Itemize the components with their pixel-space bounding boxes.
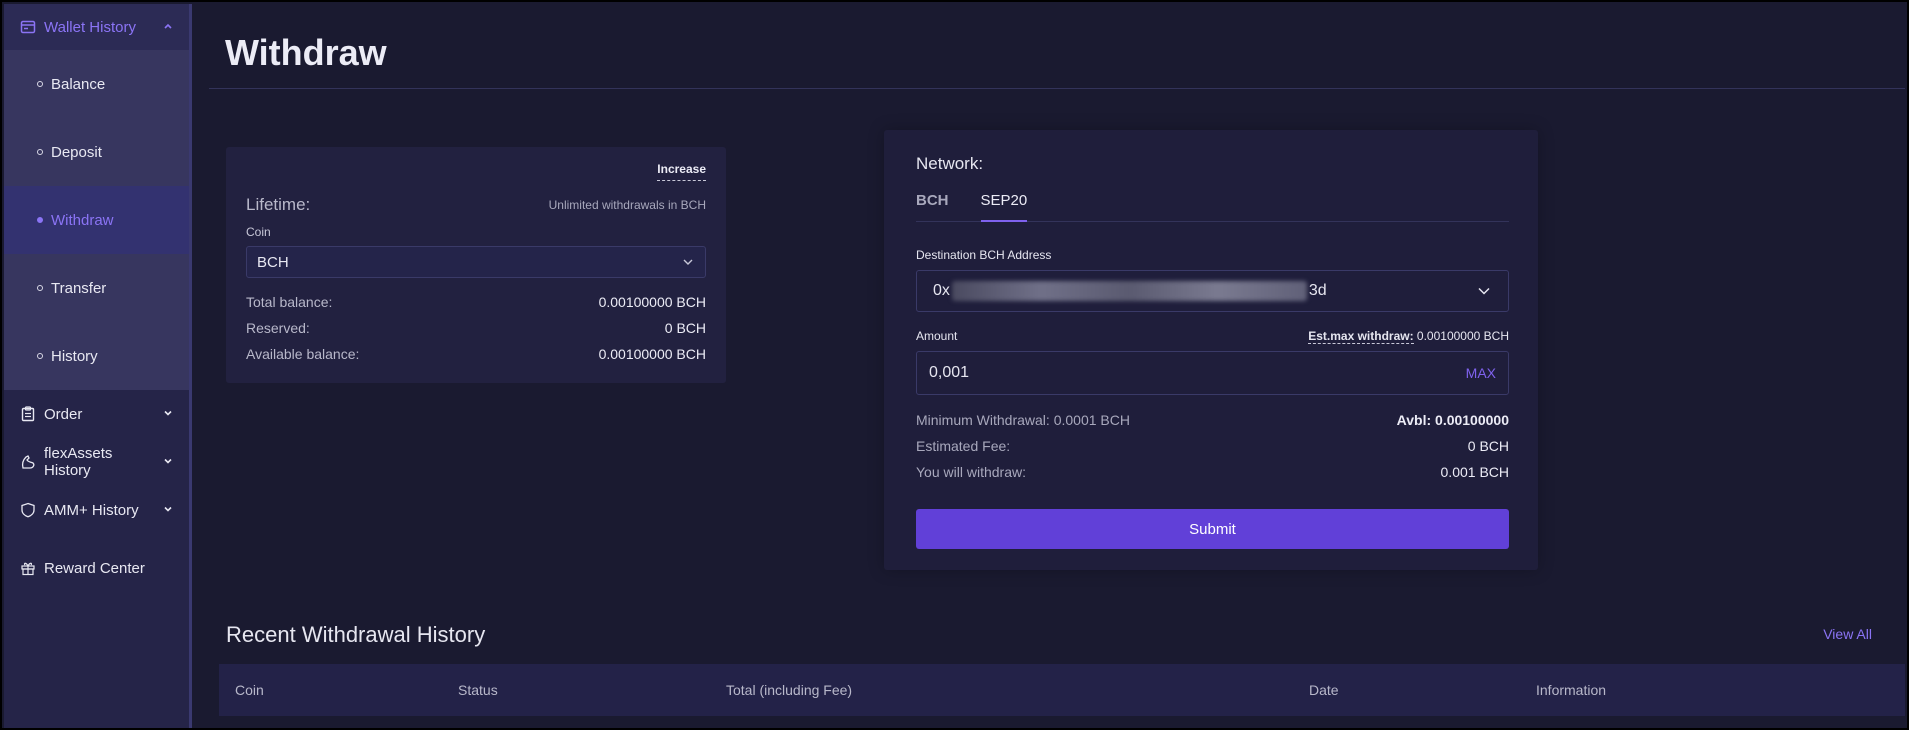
available-balance-row: Available balance: 0.00100000 BCH — [246, 346, 706, 362]
sidebar-item-label: Balance — [51, 75, 106, 93]
reserved-label: Reserved: — [246, 320, 310, 336]
fee-label: Estimated Fee: — [916, 438, 1011, 454]
available-balance-label: Available balance: — [246, 346, 360, 362]
app-frame: Wallet History Balance Deposit Withdraw … — [0, 0, 1909, 730]
withdrawal-limit-text: Unlimited withdrawals in BCH — [548, 198, 706, 212]
column-header-date[interactable]: Date — [1309, 682, 1339, 698]
est-max-withdraw: Est.max withdraw: 0.00100000 BCH — [1308, 329, 1509, 344]
sidebar-item-reward-center[interactable]: Reward Center — [4, 544, 189, 592]
sidebar-item-label: History — [51, 347, 98, 365]
amount-value: 0,001 — [929, 364, 970, 381]
column-header-status[interactable]: Status — [458, 682, 498, 698]
sidebar-item-label: Withdraw — [51, 211, 114, 229]
chevron-up-icon — [163, 20, 173, 34]
amount-input[interactable]: 0,001 MAX — [916, 351, 1509, 395]
total-balance-row: Total balance: 0.00100000 BCH — [246, 294, 706, 310]
sidebar-item-label: AMM+ History — [44, 501, 139, 519]
withdraw-form-card: Network: BCH SEP20 Destination BCH Addre… — [884, 130, 1538, 570]
fee-value: 0 BCH — [1467, 438, 1509, 454]
sidebar-item-balance[interactable]: Balance — [4, 50, 189, 118]
network-tabs: BCH SEP20 — [916, 192, 1509, 222]
sidebar-item-flexassets-history[interactable]: flexAssets History — [4, 438, 189, 486]
muscle-icon — [20, 454, 36, 470]
tab-sep20[interactable]: SEP20 — [980, 192, 1028, 222]
chevron-down-icon — [681, 255, 695, 269]
sidebar-item-wallet-history[interactable]: Wallet History — [4, 4, 189, 50]
sidebar-item-label: Wallet History — [44, 18, 136, 36]
lifetime-label: Lifetime: — [246, 195, 311, 214]
submit-button[interactable]: Submit — [916, 509, 1509, 549]
sidebar-item-history[interactable]: History — [4, 322, 189, 390]
bullet-icon — [37, 149, 43, 155]
bullet-icon — [37, 353, 43, 359]
page-title: Withdraw — [225, 32, 387, 73]
increase-link[interactable]: Increase — [657, 162, 706, 181]
destination-address-input[interactable]: 0x 3d — [916, 270, 1509, 312]
available-balance-value: 0.00100000 BCH — [598, 346, 706, 362]
will-withdraw-label: You will withdraw: — [916, 464, 1026, 480]
recent-withdrawal-title: Recent Withdrawal History — [226, 622, 486, 647]
sidebar-item-label: Order — [44, 405, 83, 423]
chevron-down-icon — [163, 455, 173, 469]
chevron-down-icon — [163, 407, 173, 421]
column-header-total[interactable]: Total (including Fee) — [726, 682, 852, 698]
min-withdraw-row: Minimum Withdrawal: 0.0001 BCH Avbl: 0.0… — [916, 412, 1509, 428]
sidebar-item-deposit[interactable]: Deposit — [4, 118, 189, 186]
destination-address-label: Destination BCH Address — [916, 248, 1052, 262]
sidebar: Wallet History Balance Deposit Withdraw … — [4, 4, 192, 728]
available-text: Avbl: 0.00100000 — [1396, 412, 1509, 428]
gift-icon — [20, 560, 36, 576]
coin-select-value: BCH — [257, 253, 289, 271]
shield-icon — [20, 502, 36, 518]
est-max-label: Est.max withdraw: — [1308, 329, 1414, 344]
main-content: Withdraw Increase Lifetime: Unlimited wi… — [195, 4, 1905, 726]
column-header-information[interactable]: Information — [1536, 682, 1606, 698]
min-withdraw-text: Minimum Withdrawal: 0.0001 BCH — [916, 412, 1130, 428]
view-all-link[interactable]: View All — [1823, 626, 1872, 642]
sidebar-item-order[interactable]: Order — [4, 390, 189, 438]
wallet-icon — [20, 19, 36, 35]
sidebar-item-transfer[interactable]: Transfer — [4, 254, 189, 322]
total-balance-label: Total balance: — [246, 294, 333, 310]
tab-bch[interactable]: BCH — [916, 192, 949, 222]
chevron-down-icon[interactable] — [1476, 283, 1492, 299]
amount-label: Amount — [916, 329, 958, 343]
bullet-icon — [37, 285, 43, 291]
address-prefix: 0x — [933, 282, 950, 299]
clipboard-icon — [20, 406, 36, 422]
address-suffix: 3d — [1308, 282, 1327, 299]
coin-label: Coin — [246, 225, 271, 239]
wallet-history-submenu: Balance Deposit Withdraw Transfer Histor… — [4, 50, 189, 390]
will-withdraw-value: 0.001 BCH — [1440, 464, 1509, 480]
fee-row: Estimated Fee: 0 BCH — [916, 438, 1509, 454]
sidebar-item-label: Deposit — [51, 143, 102, 161]
sidebar-item-label: flexAssets History — [44, 445, 113, 479]
coin-select[interactable]: BCH — [246, 246, 706, 278]
sidebar-item-label: Transfer — [51, 279, 107, 297]
bullet-icon — [37, 217, 43, 223]
balance-card: Increase Lifetime: Unlimited withdrawals… — [226, 147, 726, 383]
reserved-row: Reserved: 0 BCH — [246, 320, 706, 336]
total-balance-value: 0.00100000 BCH — [598, 294, 706, 310]
sidebar-item-amm-history[interactable]: AMM+ History — [4, 486, 189, 534]
address-redacted — [951, 281, 1307, 301]
chevron-down-icon — [163, 503, 173, 517]
max-button[interactable]: MAX — [1466, 365, 1496, 381]
title-divider — [209, 88, 1905, 89]
reserved-value: 0 BCH — [664, 320, 706, 336]
network-label: Network: — [916, 154, 984, 173]
sidebar-item-label: Reward Center — [44, 559, 145, 577]
sidebar-item-withdraw[interactable]: Withdraw — [4, 186, 189, 254]
history-table-header: Coin Status Total (including Fee) Date I… — [219, 664, 1905, 716]
est-max-value: 0.00100000 BCH — [1416, 329, 1509, 343]
column-header-coin[interactable]: Coin — [235, 682, 264, 698]
bullet-icon — [37, 81, 43, 87]
will-withdraw-row: You will withdraw: 0.001 BCH — [916, 464, 1509, 480]
